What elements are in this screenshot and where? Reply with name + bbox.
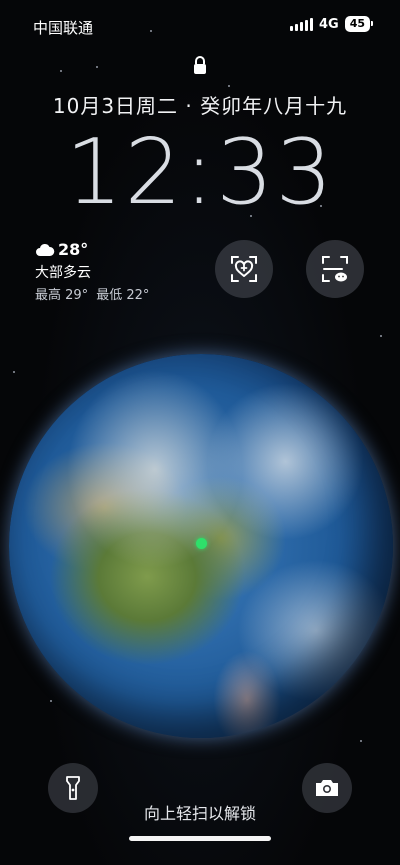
carrier-name: 中国联通 — [33, 19, 94, 37]
wechat-scan-button[interactable] — [306, 240, 364, 298]
battery-icon: 45 — [344, 16, 374, 32]
unlock-hint: 向上轻扫以解锁 — [143, 804, 256, 823]
weather-header: 28° — [35, 240, 157, 259]
star — [50, 700, 52, 702]
weather-condition: 大部多云 — [35, 265, 91, 281]
lock-date: 10月3日周二 · 癸卯年八月十九 — [52, 94, 348, 118]
weather-high: 最高 29° — [35, 288, 89, 303]
status-indicators: 4G 45 — [289, 16, 374, 32]
camera-icon — [316, 780, 338, 796]
star — [360, 740, 362, 742]
network-type: 4G — [318, 16, 339, 32]
weather-temperature: 28° — [58, 240, 89, 259]
battery-level: 45 — [349, 17, 365, 30]
star — [96, 66, 98, 68]
status-bar: 中国联通 4G 45 — [0, 0, 400, 50]
star — [13, 371, 15, 373]
location-dot-icon — [196, 538, 207, 549]
health-code-icon — [231, 256, 257, 282]
home-indicator[interactable] — [129, 836, 271, 841]
health-code-button[interactable] — [215, 240, 273, 298]
lock-icon — [194, 56, 206, 74]
signal-bars-icon — [289, 17, 313, 31]
star — [60, 70, 62, 72]
weather-low: 最低 22° — [96, 288, 150, 303]
lock-time: 12:33 — [65, 120, 335, 225]
cloud-icon — [36, 243, 55, 256]
star — [228, 85, 230, 87]
flashlight-icon — [66, 776, 80, 800]
wechat-scan-icon — [322, 256, 348, 282]
weather-widget[interactable]: 28° 大部多云 最高 29° 最低 22° — [35, 240, 157, 303]
weather-range: 最高 29° 最低 22° — [35, 284, 157, 303]
star — [380, 335, 382, 337]
